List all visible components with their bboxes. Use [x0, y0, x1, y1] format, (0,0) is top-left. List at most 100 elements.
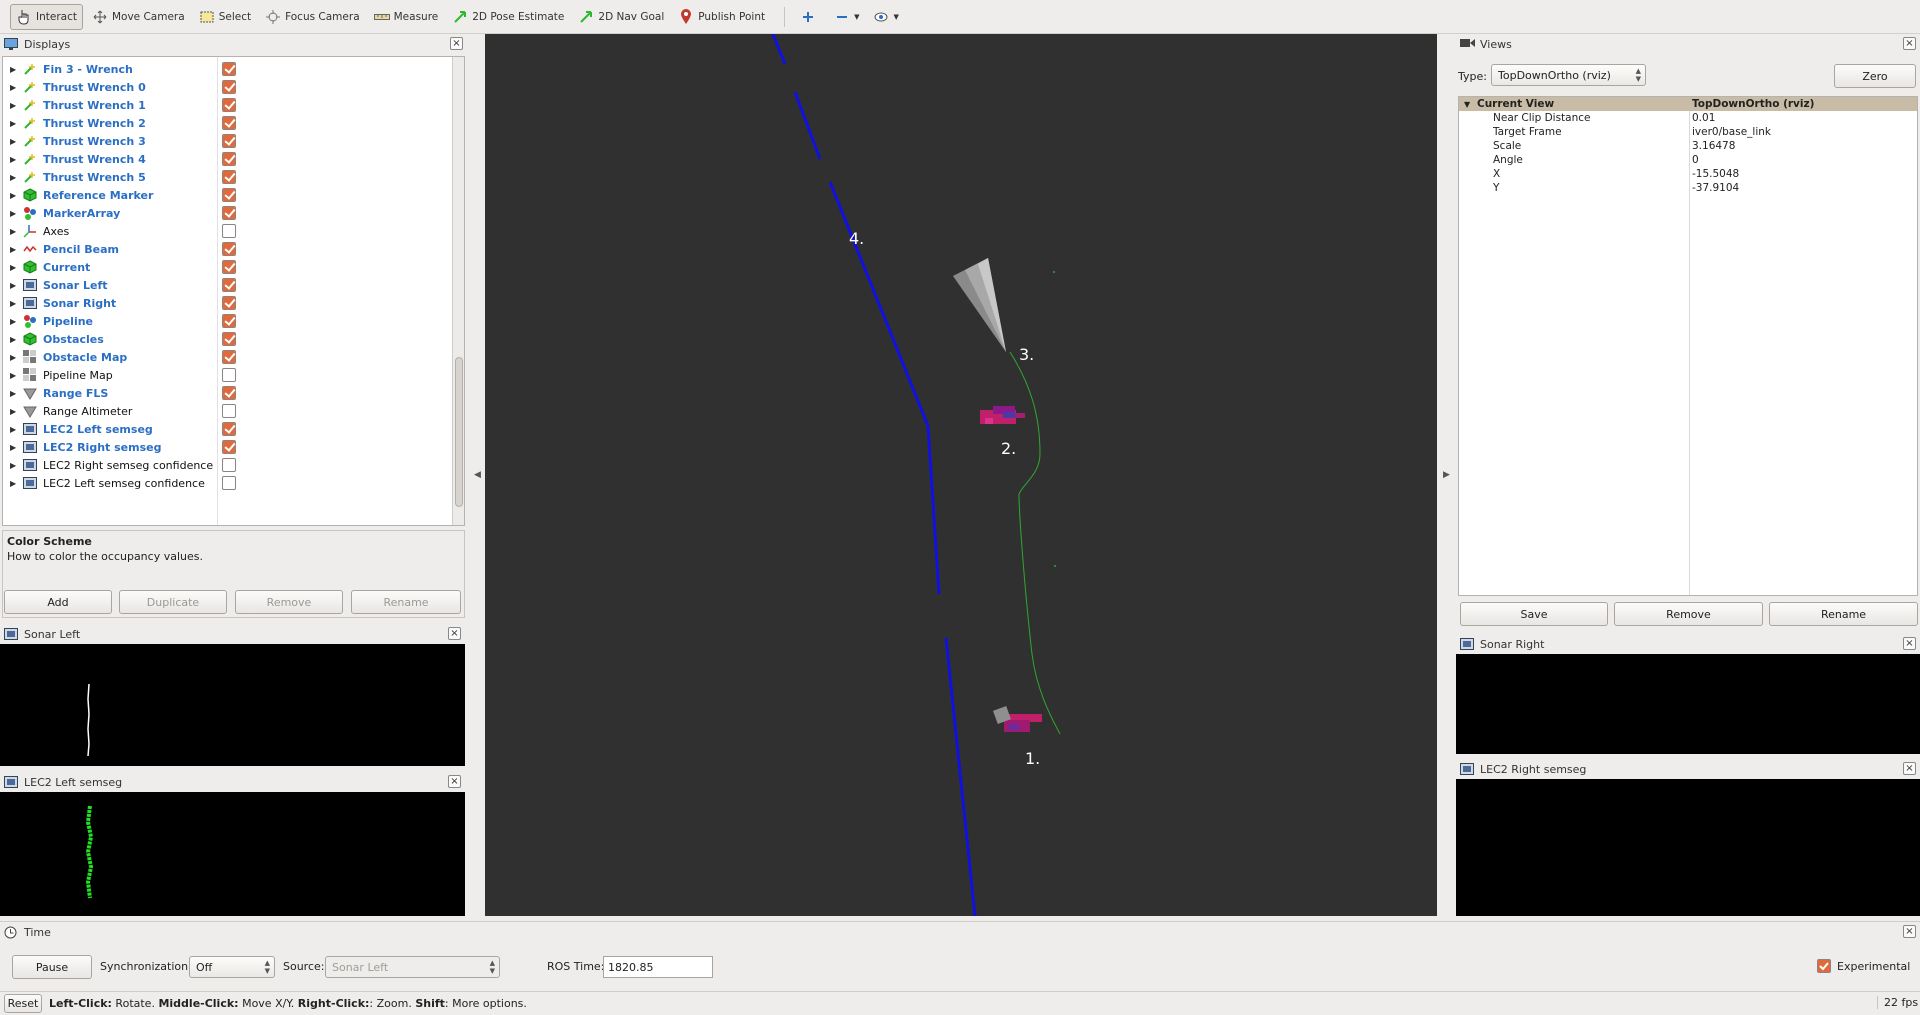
display-item[interactable]: ▶ Thrust Wrench 2: [3, 114, 453, 132]
display-item[interactable]: ▶ Thrust Wrench 0: [3, 78, 453, 96]
expand-arrow-icon[interactable]: ▶: [10, 155, 20, 164]
move-camera-tool-button[interactable]: Move Camera: [87, 4, 190, 30]
display-item[interactable]: ▶ LEC2 Left semseg confidence: [3, 474, 453, 492]
expand-arrow-icon[interactable]: ▶: [10, 101, 20, 110]
view-property-row[interactable]: Scale 3.16478: [1459, 139, 1917, 153]
display-item[interactable]: ▶ Current: [3, 258, 453, 276]
expand-arrow-icon[interactable]: ▶: [10, 407, 20, 416]
display-enabled-checkbox[interactable]: [222, 116, 236, 130]
view-property-value[interactable]: 0.01: [1692, 112, 1715, 124]
expand-arrow-icon[interactable]: ▶: [10, 281, 20, 290]
display-enabled-checkbox[interactable]: [222, 350, 236, 364]
display-item[interactable]: ▶ Axes: [3, 222, 453, 240]
view-property-row[interactable]: X -15.5048: [1459, 167, 1917, 181]
display-enabled-checkbox[interactable]: [222, 80, 236, 94]
close-icon[interactable]: ×: [1903, 762, 1916, 775]
display-item[interactable]: ▶ Obstacles: [3, 330, 453, 348]
view-property-row[interactable]: Near Clip Distance 0.01: [1459, 111, 1917, 125]
reset-button[interactable]: Reset: [4, 994, 42, 1013]
view-type-select[interactable]: TopDownOrtho (rviz) ▲ ▼: [1491, 64, 1646, 86]
expand-arrow-icon[interactable]: ▶: [10, 425, 20, 434]
display-enabled-checkbox[interactable]: [222, 278, 236, 292]
render-viewport[interactable]: 4. 3. 2. 1.: [485, 34, 1437, 916]
view-property-value[interactable]: 3.16478: [1692, 140, 1735, 152]
experimental-checkbox[interactable]: [1817, 959, 1831, 973]
expand-arrow-icon[interactable]: ▶: [10, 227, 20, 236]
rename-view-button[interactable]: Rename: [1769, 602, 1918, 626]
display-enabled-checkbox[interactable]: [222, 170, 236, 184]
source-select[interactable]: Sonar Left ▲ ▼: [325, 956, 500, 978]
expand-arrow-icon[interactable]: ▶: [10, 299, 20, 308]
view-property-row[interactable]: Angle 0: [1459, 153, 1917, 167]
display-item[interactable]: ▶ Fin 3 - Wrench: [3, 60, 453, 78]
interact-tool-button[interactable]: Interact: [10, 3, 83, 30]
expand-arrow-icon[interactable]: ▶: [10, 209, 20, 218]
expand-arrow-icon[interactable]: ▶: [10, 353, 20, 362]
close-icon[interactable]: ×: [1903, 637, 1916, 650]
ros-time-field[interactable]: 1820.85: [603, 956, 713, 978]
display-item[interactable]: ▶ Thrust Wrench 3: [3, 132, 453, 150]
measure-tool-button[interactable]: Measure: [369, 4, 444, 30]
display-enabled-checkbox[interactable]: [222, 224, 236, 238]
display-enabled-checkbox[interactable]: [222, 242, 236, 256]
display-item[interactable]: ▶ Pencil Beam: [3, 240, 453, 258]
display-enabled-checkbox[interactable]: [222, 440, 236, 454]
expand-arrow-icon[interactable]: ▶: [10, 173, 20, 182]
expand-arrow-icon[interactable]: ▶: [10, 137, 20, 146]
display-item[interactable]: ▶ Sonar Right: [3, 294, 453, 312]
display-enabled-checkbox[interactable]: [222, 458, 236, 472]
remove-view-button[interactable]: Remove: [1614, 602, 1763, 626]
display-enabled-checkbox[interactable]: [222, 296, 236, 310]
display-enabled-checkbox[interactable]: [222, 98, 236, 112]
display-item[interactable]: ▶ MarkerArray: [3, 204, 453, 222]
publish-point-tool-button[interactable]: Publish Point: [673, 4, 770, 30]
pause-button[interactable]: Pause: [12, 955, 92, 979]
close-icon[interactable]: ×: [1903, 37, 1916, 50]
expand-arrow-icon[interactable]: ▶: [10, 83, 20, 92]
expand-arrow-icon[interactable]: ▶: [10, 245, 20, 254]
view-property-value[interactable]: iver0/base_link: [1692, 126, 1771, 138]
expand-arrow-icon[interactable]: ▶: [10, 371, 20, 380]
expand-arrow-icon[interactable]: ▶: [10, 119, 20, 128]
display-item[interactable]: ▶ Thrust Wrench 1: [3, 96, 453, 114]
remove-display-button[interactable]: Remove: [235, 590, 343, 614]
display-enabled-checkbox[interactable]: [222, 188, 236, 202]
close-icon[interactable]: ×: [450, 37, 463, 50]
tree-scrollbar[interactable]: [452, 57, 464, 525]
display-item[interactable]: ▶ LEC2 Left semseg: [3, 420, 453, 438]
view-property-value[interactable]: -37.9104: [1692, 182, 1739, 194]
view-property-row[interactable]: Target Frame iver0/base_link: [1459, 125, 1917, 139]
duplicate-display-button[interactable]: Duplicate: [119, 590, 227, 614]
display-item[interactable]: ▶ Sonar Left: [3, 276, 453, 294]
display-item[interactable]: ▶ Thrust Wrench 4: [3, 150, 453, 168]
expand-arrow-icon[interactable]: ▶: [10, 479, 20, 488]
right-splitter-arrow-icon[interactable]: ▶: [1443, 470, 1450, 480]
expand-arrow-icon[interactable]: ▶: [10, 335, 20, 344]
display-enabled-checkbox[interactable]: [222, 368, 236, 382]
remove-tool-dropdown[interactable]: ▼: [829, 4, 864, 30]
view-property-row[interactable]: Y -37.9104: [1459, 181, 1917, 195]
scrollbar-thumb[interactable]: [455, 357, 463, 507]
display-enabled-checkbox[interactable]: [222, 422, 236, 436]
expand-arrow-icon[interactable]: ▶: [10, 263, 20, 272]
current-view-row[interactable]: ▼ Current View TopDownOrtho (rviz): [1459, 97, 1917, 111]
collapse-arrow-icon[interactable]: ▼: [1464, 100, 1470, 109]
display-item[interactable]: ▶ Pipeline: [3, 312, 453, 330]
expand-arrow-icon[interactable]: ▶: [10, 461, 20, 470]
left-splitter-arrow-icon[interactable]: ◀: [474, 470, 481, 480]
pose-estimate-tool-button[interactable]: 2D Pose Estimate: [447, 4, 569, 30]
display-enabled-checkbox[interactable]: [222, 152, 236, 166]
focus-camera-tool-button[interactable]: Focus Camera: [260, 4, 365, 30]
display-enabled-checkbox[interactable]: [222, 476, 236, 490]
display-item[interactable]: ▶ Range Altimeter: [3, 402, 453, 420]
display-enabled-checkbox[interactable]: [222, 62, 236, 76]
close-icon[interactable]: ×: [448, 775, 461, 788]
display-enabled-checkbox[interactable]: [222, 404, 236, 418]
display-item[interactable]: ▶ Obstacle Map: [3, 348, 453, 366]
view-property-value[interactable]: -15.5048: [1692, 168, 1739, 180]
add-tool-button[interactable]: [795, 4, 825, 30]
expand-arrow-icon[interactable]: ▶: [10, 389, 20, 398]
display-enabled-checkbox[interactable]: [222, 206, 236, 220]
save-view-button[interactable]: Save: [1460, 602, 1608, 626]
display-item[interactable]: ▶ Pipeline Map: [3, 366, 453, 384]
